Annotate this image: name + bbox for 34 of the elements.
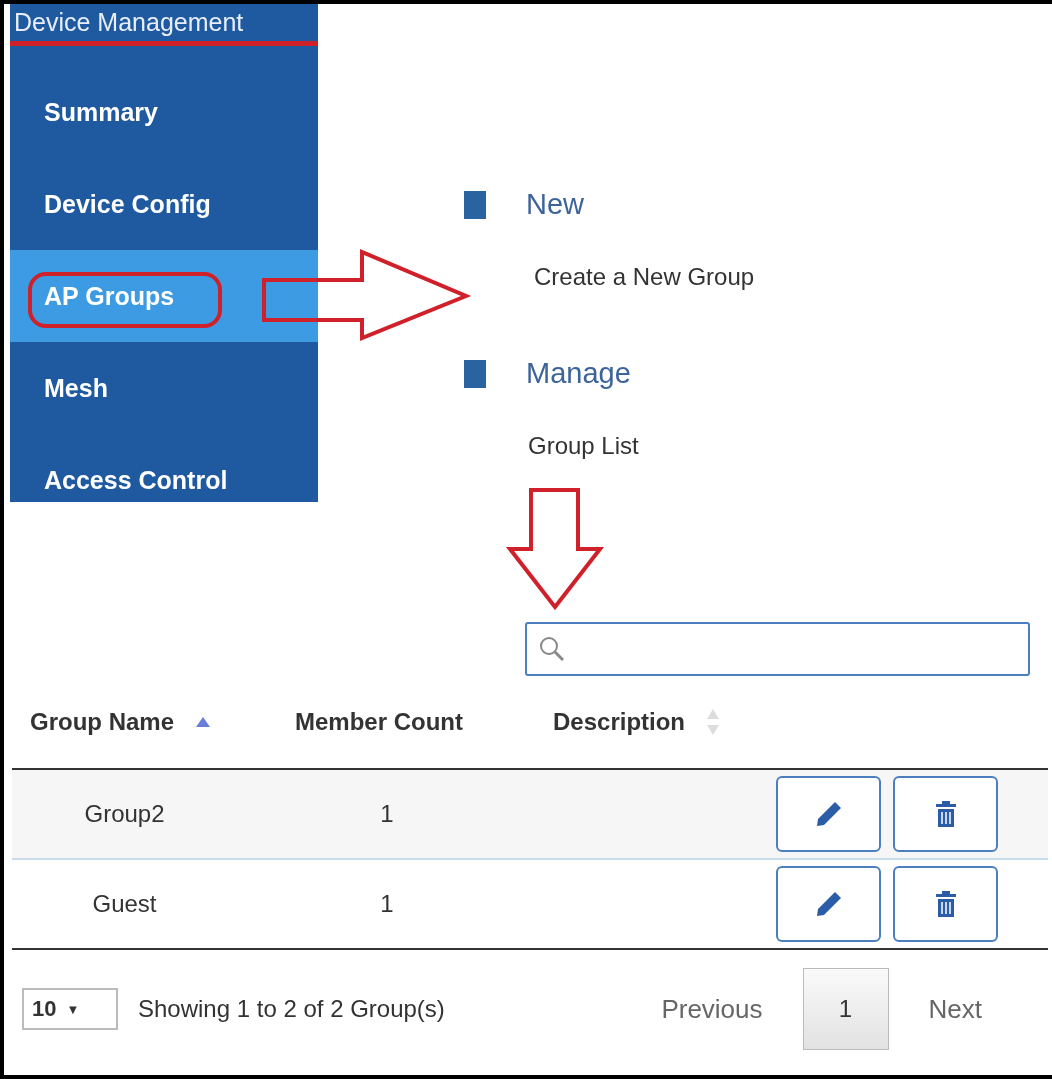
- section-marker: [464, 190, 486, 219]
- search-field[interactable]: [525, 622, 1030, 676]
- table-cell-text: 1: [379, 890, 395, 918]
- table-cell-text: Group2: [83, 800, 166, 828]
- sidebar-item[interactable]: Access Control: [10, 434, 318, 502]
- search-icon: [539, 636, 565, 662]
- menu-link[interactable]: Create a New Group: [534, 263, 755, 291]
- sidebar-title: Device Management: [10, 4, 318, 46]
- menu-link[interactable]: Group List: [528, 432, 755, 460]
- edit-button[interactable]: [776, 776, 881, 852]
- section-heading: New: [526, 188, 584, 221]
- next-button[interactable]: Next: [888, 993, 1022, 1025]
- table-cell-text: Guest: [91, 890, 158, 918]
- page-button[interactable]: 1: [802, 968, 889, 1050]
- sidebar-item[interactable]: Device Config: [10, 158, 318, 250]
- pencil-icon: [814, 890, 843, 918]
- pencil-icon: [814, 800, 843, 828]
- sort-ascending-icon[interactable]: [196, 717, 211, 727]
- previous-button[interactable]: Previous: [621, 993, 803, 1025]
- delete-button[interactable]: [893, 776, 998, 852]
- section-marker: [464, 359, 486, 388]
- section-heading: Manage: [526, 357, 631, 390]
- column-header[interactable]: Description: [553, 708, 686, 736]
- trash-icon: [934, 800, 957, 828]
- column-header[interactable]: Member Count: [295, 708, 463, 736]
- table-cell-text: 1: [379, 800, 395, 828]
- sidebar-item[interactable]: Mesh: [10, 342, 318, 434]
- sidebar-item[interactable]: Summary: [10, 66, 318, 158]
- edit-button[interactable]: [776, 866, 881, 942]
- page-size-select[interactable]: 10 ▼: [22, 988, 118, 1030]
- trash-icon: [934, 890, 957, 918]
- delete-button[interactable]: [893, 866, 998, 942]
- column-header[interactable]: Group Name: [30, 708, 175, 736]
- pagination-info: Showing 1 to 2 of 2 Group(s): [138, 995, 445, 1023]
